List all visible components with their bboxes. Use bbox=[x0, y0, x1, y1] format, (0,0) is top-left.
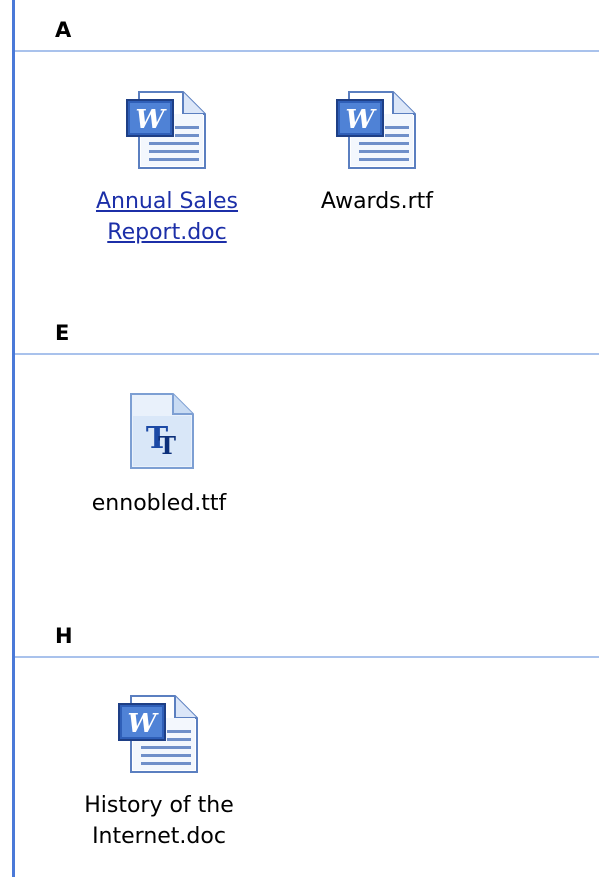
word-document-icon: W bbox=[336, 91, 416, 169]
svg-text:T: T bbox=[158, 431, 176, 460]
file-name-label: Annual Sales Report.doc bbox=[95, 189, 239, 245]
group-letter: H bbox=[55, 624, 73, 648]
group-header-h: H bbox=[15, 606, 599, 658]
file-name-label: ennobled.ttf bbox=[91, 491, 227, 516]
group-header-a: A bbox=[15, 0, 599, 52]
svg-text:W: W bbox=[345, 105, 377, 135]
file-item-annual-sales-report[interactable]: W Annual Sales Report.doc bbox=[67, 88, 267, 248]
word-document-icon: W bbox=[126, 91, 206, 169]
file-name-label: Awards.rtf bbox=[320, 189, 434, 214]
group-e: E bbox=[15, 303, 599, 355]
explorer-left-rule bbox=[12, 0, 15, 877]
group-letter: A bbox=[55, 18, 72, 42]
word-document-icon: W bbox=[118, 695, 198, 773]
file-item-ennobled[interactable]: T T ennobled.ttf bbox=[59, 390, 259, 519]
file-name-label: History of the Internet.doc bbox=[84, 793, 234, 849]
file-item-history-of-the-internet[interactable]: W History of the Internet.doc bbox=[59, 692, 259, 852]
file-item-awards[interactable]: W Awards.rtf bbox=[277, 88, 477, 217]
group-a: A bbox=[15, 0, 599, 52]
group-h: H bbox=[15, 606, 599, 658]
truetype-font-icon: T T bbox=[130, 393, 194, 469]
svg-text:W: W bbox=[135, 105, 167, 135]
group-letter: E bbox=[55, 321, 70, 345]
svg-text:W: W bbox=[127, 709, 159, 739]
group-header-e: E bbox=[15, 303, 599, 355]
